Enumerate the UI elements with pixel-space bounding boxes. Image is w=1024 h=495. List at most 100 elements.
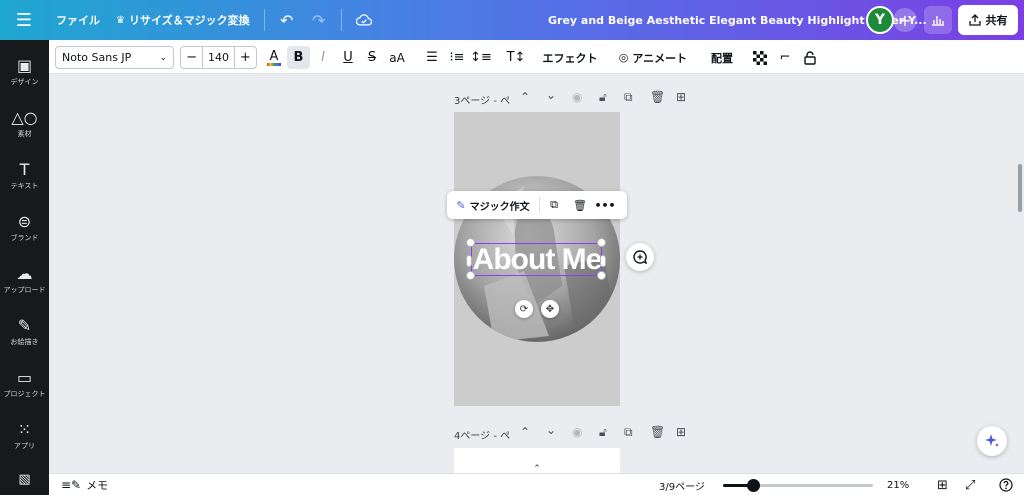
italic-icon[interactable]: I <box>312 46 334 69</box>
share-label: 共有 <box>985 14 1008 27</box>
trash-icon[interactable]: 🗑︎ <box>568 191 592 219</box>
letter-case-icon[interactable]: aA <box>385 46 409 69</box>
effects-button[interactable]: エフェクト <box>542 46 598 69</box>
lock-page-icon[interactable]: 🔓︎ <box>599 90 607 105</box>
more-options-icon[interactable]: ••• <box>592 191 618 219</box>
avatar[interactable]: Y <box>866 6 894 34</box>
add-page-icon[interactable]: ⊞ <box>676 90 686 104</box>
notes-button[interactable]: ≡✎ メモ <box>61 474 108 495</box>
position-button[interactable]: 配置 <box>707 46 737 69</box>
duplicate-page-icon[interactable]: ⧉ <box>624 425 633 440</box>
sidebar-item-brand[interactable]: ⊜ ブランド <box>0 202 49 254</box>
share-button[interactable]: 共有 <box>958 5 1018 35</box>
strikethrough-icon[interactable]: S <box>361 46 383 69</box>
selection-box <box>471 243 602 276</box>
add-comment-icon[interactable] <box>626 243 654 271</box>
resize-handle-bottom-right[interactable] <box>597 271 606 280</box>
resize-handle-right[interactable] <box>600 255 606 267</box>
page-indicator[interactable]: 3/9ページ <box>659 474 705 495</box>
help-icon[interactable] <box>999 474 1013 495</box>
lock-page-icon[interactable]: 🔓︎ <box>599 425 607 440</box>
file-menu-label: ファイル <box>56 14 100 27</box>
sidebar-item-label: テキスト <box>10 181 39 190</box>
font-family-dropdown[interactable]: Noto Sans JP ⌄ <box>55 46 174 69</box>
zoom-slider-handle[interactable] <box>747 479 760 492</box>
font-size-stepper: − 140 + <box>180 46 257 69</box>
chevron-down-icon[interactable]: ⌄ <box>546 88 556 102</box>
redo-icon[interactable]: ↷ <box>303 0 335 40</box>
increase-font-size-button[interactable]: + <box>235 47 256 68</box>
page-3-title[interactable]: 3ページ - ぺ <box>454 92 510 107</box>
line-spacing-icon[interactable]: ↕≡ <box>470 46 492 69</box>
resize-handle-top-left[interactable] <box>466 238 475 247</box>
fullscreen-icon[interactable]: ⤢ <box>965 474 975 495</box>
underline-icon[interactable]: U <box>337 46 359 69</box>
sidebar-item-label: プロジェクト <box>3 389 46 398</box>
chevron-up-icon[interactable]: ⌃ <box>520 425 530 439</box>
notes-label: メモ <box>86 479 109 492</box>
sidebar-item-elements[interactable]: △○ 素材 <box>0 98 49 150</box>
decrease-font-size-button[interactable]: − <box>181 47 202 68</box>
text-color-icon[interactable]: A <box>263 46 285 69</box>
rotate-icon[interactable]: ⟳ <box>515 300 533 318</box>
sidebar-item-design[interactable]: ▣ デザイン <box>0 46 49 98</box>
cloud-saved-icon[interactable] <box>348 0 380 40</box>
add-page-icon[interactable]: ⊞ <box>676 425 686 439</box>
folder-icon: ▭ <box>16 367 33 387</box>
duplicate-page-icon[interactable]: ⧉ <box>624 90 633 105</box>
upload-cloud-icon: ☁ <box>16 263 33 283</box>
paint-format-icon[interactable]: ⌐ <box>774 46 796 69</box>
lock-icon[interactable] <box>799 46 821 69</box>
sidebar-item-label: アップロード <box>3 285 46 294</box>
menu-icon[interactable]: ☰ <box>0 0 48 40</box>
undo-icon[interactable]: ↶ <box>271 0 303 40</box>
duplicate-icon[interactable]: ⧉ <box>540 191 568 219</box>
sidebar-item-uploads[interactable]: ☁ アップロード <box>0 254 49 306</box>
grid-view-icon[interactable]: ⊞ <box>937 474 948 495</box>
resize-handle-bottom-left[interactable] <box>466 271 475 280</box>
magic-write-button[interactable]: ✎ マジック作文 <box>447 191 539 219</box>
sidebar-item-photos[interactable]: ▧ <box>0 468 49 492</box>
file-menu-button[interactable]: ファイル <box>48 0 108 40</box>
add-collaborator-button[interactable]: + <box>893 8 917 32</box>
resize-magic-button[interactable]: ♛ リサイズ＆マジック変換 <box>108 0 258 40</box>
text-icon: T <box>19 159 30 179</box>
resize-handle-top-right[interactable] <box>597 238 606 247</box>
zoom-level[interactable]: 21% <box>887 474 909 495</box>
collapse-pages-button[interactable]: ⌃ <box>506 463 568 473</box>
animate-icon: ◎ <box>618 51 629 64</box>
resize-handle-left[interactable] <box>466 255 472 267</box>
magic-write-label: マジック作文 <box>469 201 530 213</box>
zoom-slider[interactable] <box>723 479 873 492</box>
brand-icon: ⊜ <box>17 211 32 231</box>
layout-icon: ▣ <box>16 55 33 75</box>
align-center-icon[interactable]: ☰ <box>421 46 443 69</box>
sidebar-item-draw[interactable]: ✎ お絵描き <box>0 306 49 358</box>
transparency-icon[interactable] <box>749 46 771 69</box>
magic-assistant-sparkle-icon[interactable] <box>977 426 1007 456</box>
sidebar-item-text[interactable]: T テキスト <box>0 150 49 202</box>
bold-icon[interactable]: B <box>287 46 310 69</box>
sidebar-item-apps[interactable]: ⁙ アプリ <box>0 410 49 462</box>
text-context-toolbar: ✎ マジック作文 ⧉ 🗑︎ ••• <box>447 191 627 219</box>
vertical-scrollbar[interactable] <box>1018 164 1022 212</box>
apps-grid-icon: ⁙ <box>17 419 32 439</box>
hide-page-icon[interactable]: ◉ <box>572 90 582 104</box>
move-icon[interactable]: ✥ <box>541 300 559 318</box>
chevron-down-icon[interactable]: ⌄ <box>546 423 556 437</box>
sidebar-item-projects[interactable]: ▭ プロジェクト <box>0 358 49 410</box>
chevron-up-icon[interactable]: ⌃ <box>520 90 530 104</box>
delete-page-icon[interactable]: 🗑︎ <box>650 425 665 439</box>
insights-chart-icon[interactable] <box>924 6 952 34</box>
text-toolbar: Noto Sans JP ⌄ − 140 + A B I U S aA ☰ ⁝≡… <box>49 40 1024 74</box>
font-size-input[interactable]: 140 <box>202 47 235 68</box>
magic-wand-icon: ✎ <box>456 198 466 212</box>
font-family-value: Noto Sans JP <box>62 51 132 64</box>
delete-page-icon[interactable]: 🗑︎ <box>650 90 665 104</box>
bulleted-list-icon[interactable]: ⁝≡ <box>446 46 468 69</box>
page-4-title[interactable]: 4ページ - ぺ <box>454 427 510 442</box>
animate-button[interactable]: ◎ アニメート <box>615 46 691 69</box>
upload-icon <box>968 14 981 26</box>
hide-page-icon[interactable]: ◉ <box>572 425 582 439</box>
text-box-resize-icon[interactable]: T↕ <box>505 46 527 69</box>
